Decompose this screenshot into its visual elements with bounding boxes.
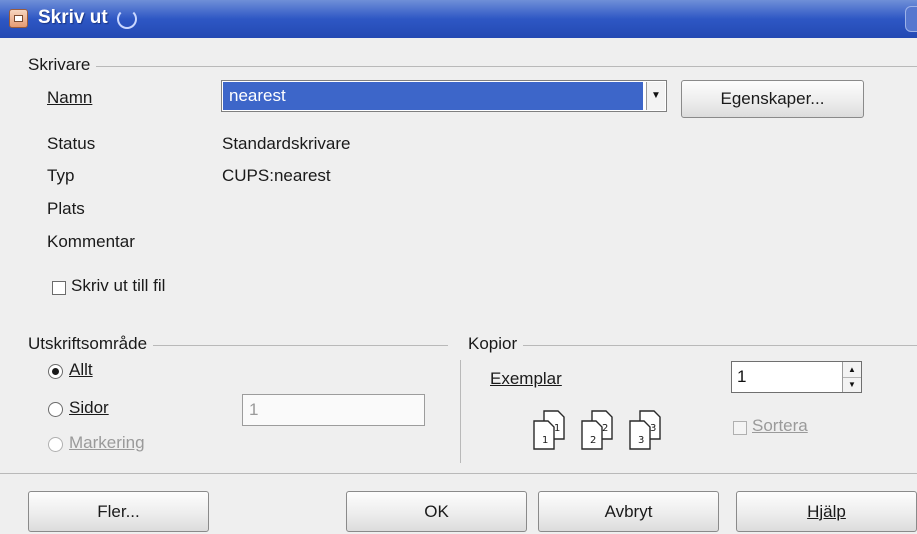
spin-up-icon[interactable]: ▲ [843,362,861,378]
selection-label[interactable]: Markering [69,433,145,453]
window-menu-icon[interactable] [117,9,137,29]
page-number-back-3: 3 [650,423,656,434]
dropdown-arrow-icon[interactable]: ▼ [646,82,665,110]
print-range-frame-label: Utskriftsområde [28,334,154,354]
copies-frame-line [468,345,917,346]
properties-button[interactable]: Egenskaper... [681,80,864,118]
pages-radio[interactable] [48,402,63,417]
location-label: Plats [47,199,85,218]
page-number-back-2: 2 [602,423,608,434]
printer-frame-line [28,66,917,67]
ok-button-label: OK [424,502,449,521]
pages-label[interactable]: Sidor [69,398,109,418]
copies-count-spinner[interactable]: 1 ▲ ▼ [731,361,862,393]
spin-down-icon[interactable]: ▼ [843,377,861,392]
printer-name-combobox[interactable]: nearest ▼ [221,80,667,112]
help-button-label: Hjälp [807,502,846,521]
page-number-back-1: 1 [554,423,560,434]
selection-radio[interactable] [48,437,63,452]
printer-name-value: nearest [229,86,286,105]
copies-count-label: Exemplar [490,369,562,388]
more-button-label: Fler... [97,502,140,521]
more-button[interactable]: Fler... [28,491,209,532]
copies-count-value: 1 [737,367,747,386]
all-radio[interactable] [48,364,63,379]
page-number-front-3: 3 [638,435,644,446]
window-control-button[interactable] [905,6,917,32]
spinner-buttons: ▲ ▼ [842,362,861,392]
page-number-front-2: 2 [590,435,596,446]
collate-checkbox[interactable] [733,421,747,435]
type-value: CUPS:nearest [222,166,331,185]
status-label: Status [47,134,96,153]
pages-input[interactable]: 1 [242,394,425,426]
printer-name-label: Namn [47,88,93,107]
app-icon [9,9,28,28]
ok-button[interactable]: OK [346,491,527,532]
properties-button-label: Egenskaper... [720,89,825,108]
help-button[interactable]: Hjälp [736,491,917,532]
copies-frame-label: Kopior [468,334,524,354]
collate-label[interactable]: Sortera [752,416,808,436]
type-label: Typ [47,166,75,185]
all-label[interactable]: Allt [69,360,93,380]
comment-label: Kommentar [47,232,135,251]
print-to-file-label[interactable]: Skriv ut till fil [71,276,165,296]
printer-frame-label: Skrivare [28,55,97,75]
window-title: Skriv ut [38,7,108,28]
pages-input-value: 1 [249,400,259,419]
printer-name-selection: nearest [223,82,643,110]
button-row-separator [0,473,917,474]
status-value: Standardskrivare [222,134,351,153]
copies-divider [460,360,461,463]
print-to-file-checkbox[interactable] [52,281,66,295]
page-number-front-1: 1 [542,435,548,446]
cancel-button[interactable]: Avbryt [538,491,719,532]
collate-pages-icon: 1 1 2 2 3 3 [533,410,661,450]
cancel-button-label: Avbryt [604,502,653,521]
title-bar[interactable]: Skriv ut [0,0,917,38]
